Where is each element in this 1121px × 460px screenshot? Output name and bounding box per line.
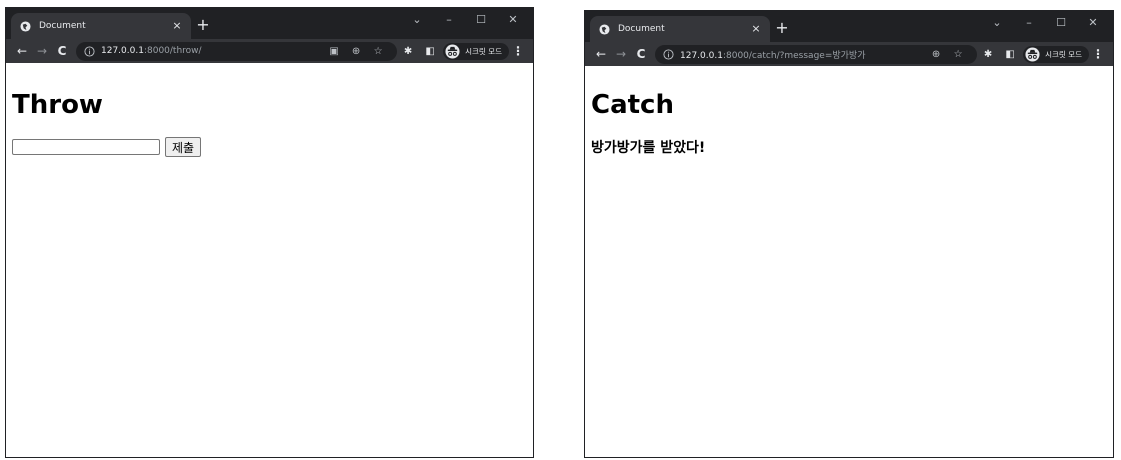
close-window-button[interactable]: ✕ xyxy=(497,10,529,28)
tab-close-icon[interactable]: × xyxy=(171,20,183,32)
page-content: Throw 제출 xyxy=(6,63,533,157)
zoom-icon[interactable]: ⊕ xyxy=(925,49,947,60)
bookmark-star-icon[interactable]: ☆ xyxy=(947,49,969,60)
tab-document[interactable]: Document × xyxy=(11,13,191,39)
url-path: :8000/catch/?message=방가방가 xyxy=(722,50,866,61)
new-tab-button[interactable]: + xyxy=(196,17,210,33)
incognito-indicator[interactable]: 시크릿 모드 xyxy=(443,42,509,60)
address-bar[interactable]: 127.0.0.1:8000/catch/?message=방가방가 ⊕ ☆ xyxy=(655,44,978,64)
url-text: 127.0.0.1:8000/throw/ xyxy=(101,46,323,56)
tab-search-icon[interactable]: ⌄ xyxy=(401,10,433,28)
page-title: Throw xyxy=(12,90,103,120)
reload-button[interactable]: C xyxy=(631,46,651,62)
maximize-button[interactable]: ☐ xyxy=(465,10,497,28)
forward-button[interactable]: → xyxy=(611,46,631,62)
incognito-icon xyxy=(1025,46,1040,62)
minimize-button[interactable]: – xyxy=(433,10,465,28)
side-panel-icon[interactable]: ◧ xyxy=(419,46,441,57)
tab-title: Document xyxy=(39,21,86,31)
received-message: 방가방가를 받았다! xyxy=(591,140,706,156)
page-title: Catch xyxy=(591,90,674,120)
forward-button[interactable]: → xyxy=(32,43,52,59)
translate-icon[interactable]: ▣ xyxy=(323,46,345,57)
browser-toolbar: ← → C 127.0.0.1:8000/catch/?message=방가방가… xyxy=(585,42,1113,66)
menu-icon[interactable]: ⋮ xyxy=(509,44,527,58)
message-input[interactable] xyxy=(12,139,160,155)
window-controls: ⌄ – ☐ ✕ xyxy=(981,13,1109,31)
browser-toolbar: ← → C 127.0.0.1:8000/throw/ ▣ ⊕ ☆ ✱ ◧ 시크… xyxy=(6,39,533,63)
minimize-button[interactable]: – xyxy=(1013,13,1045,31)
url-host: 127.0.0.1 xyxy=(101,46,144,56)
maximize-button[interactable]: ☐ xyxy=(1045,13,1077,31)
throw-form: 제출 xyxy=(12,137,527,157)
title-bar: Document × + ⌄ – ☐ ✕ xyxy=(585,11,1113,42)
incognito-label: 시크릿 모드 xyxy=(465,46,502,56)
window-controls: ⌄ – ☐ ✕ xyxy=(401,10,529,28)
zoom-icon[interactable]: ⊕ xyxy=(345,46,367,57)
url-path: :8000/throw/ xyxy=(143,46,202,56)
new-tab-button[interactable]: + xyxy=(775,20,789,36)
url-host: 127.0.0.1 xyxy=(680,50,723,61)
tab-title: Document xyxy=(618,24,665,34)
tab-document[interactable]: Document × xyxy=(590,16,770,42)
tab-search-icon[interactable]: ⌄ xyxy=(981,13,1013,31)
side-panel-icon[interactable]: ◧ xyxy=(999,49,1021,60)
bookmark-star-icon[interactable]: ☆ xyxy=(367,46,389,57)
browser-window-throw: Document × + ⌄ – ☐ ✕ ← → C 127.0.0.1:800… xyxy=(5,7,534,458)
browser-window-catch: Document × + ⌄ – ☐ ✕ ← → C 127.0.0.1:800… xyxy=(584,10,1114,458)
back-button[interactable]: ← xyxy=(12,43,32,59)
incognito-icon xyxy=(445,43,460,59)
info-icon[interactable] xyxy=(84,45,95,57)
address-bar[interactable]: 127.0.0.1:8000/throw/ ▣ ⊕ ☆ xyxy=(76,41,398,61)
reload-button[interactable]: C xyxy=(52,43,72,59)
submit-button[interactable]: 제출 xyxy=(165,137,202,157)
globe-icon xyxy=(20,20,31,32)
page-content: Catch 방가방가를 받았다! xyxy=(585,66,1113,157)
incognito-label: 시크릿 모드 xyxy=(1045,49,1082,59)
back-button[interactable]: ← xyxy=(591,46,611,62)
extensions-icon[interactable]: ✱ xyxy=(397,46,419,57)
extensions-icon[interactable]: ✱ xyxy=(977,49,999,60)
url-text: 127.0.0.1:8000/catch/?message=방가방가 xyxy=(680,48,925,61)
globe-icon xyxy=(599,23,610,35)
incognito-indicator[interactable]: 시크릿 모드 xyxy=(1023,45,1089,63)
menu-icon[interactable]: ⋮ xyxy=(1089,47,1107,61)
tab-close-icon[interactable]: × xyxy=(750,23,762,35)
close-window-button[interactable]: ✕ xyxy=(1077,13,1109,31)
title-bar: Document × + ⌄ – ☐ ✕ xyxy=(6,8,533,39)
info-icon[interactable] xyxy=(663,48,674,60)
